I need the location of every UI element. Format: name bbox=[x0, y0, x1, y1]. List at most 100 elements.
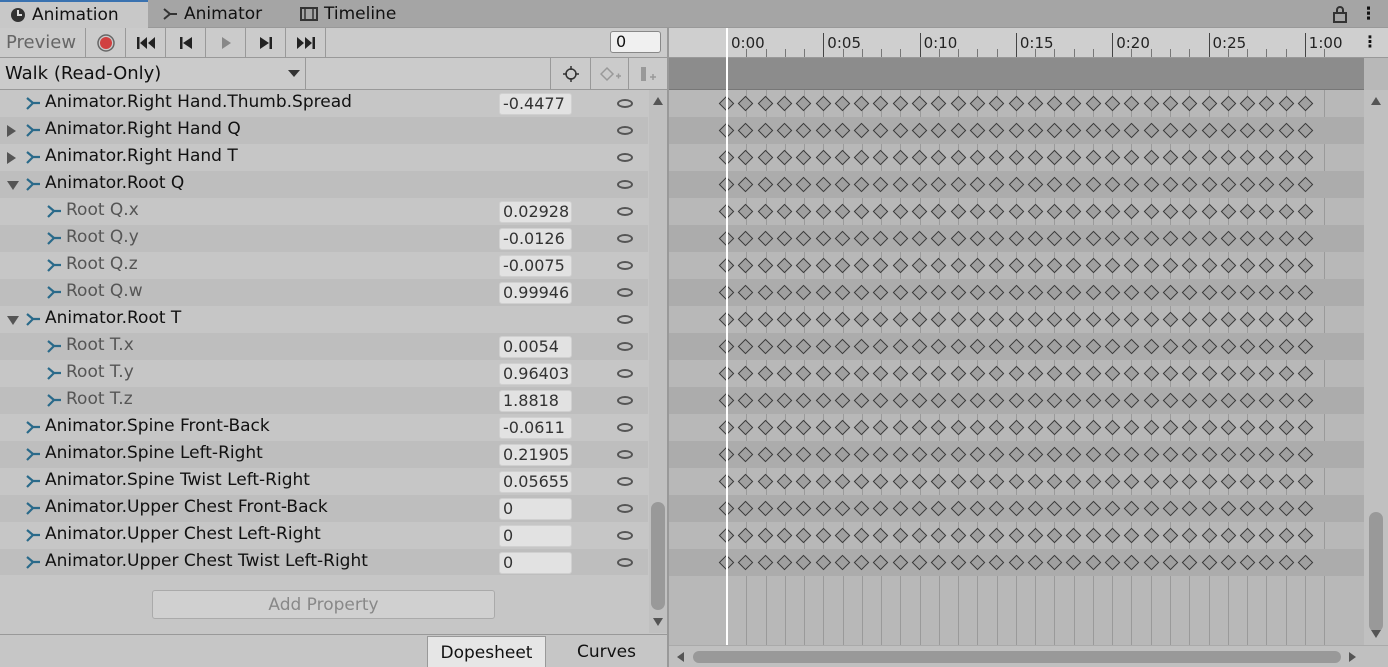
keyframe-diamond[interactable] bbox=[738, 473, 754, 490]
property-value-field[interactable]: -0.0075 bbox=[499, 255, 572, 277]
keyframe-diamond[interactable] bbox=[1008, 230, 1024, 247]
keyframe-diamond[interactable] bbox=[1201, 473, 1217, 490]
keyframe-diamond[interactable] bbox=[931, 365, 947, 382]
scroll-down-icon[interactable] bbox=[653, 618, 663, 626]
keyframe-diamond[interactable] bbox=[1162, 527, 1179, 544]
keyframe-diamond[interactable] bbox=[873, 284, 889, 301]
keyframe-diamond[interactable] bbox=[1162, 257, 1179, 274]
keyframe-diamond[interactable] bbox=[1046, 473, 1063, 490]
keyframe-diamond[interactable] bbox=[776, 176, 793, 193]
keyframe-diamond[interactable] bbox=[1220, 257, 1237, 274]
keyframe-diamond[interactable] bbox=[1027, 473, 1044, 490]
keyframe-diamond[interactable] bbox=[834, 365, 851, 382]
keyframe-diamond[interactable] bbox=[1278, 95, 1294, 112]
keyframe-diamond[interactable] bbox=[1104, 230, 1121, 247]
keyframe-diamond[interactable] bbox=[834, 311, 851, 328]
keyframe-diamond[interactable] bbox=[1259, 446, 1275, 463]
add-property-button[interactable]: Add Property bbox=[152, 590, 495, 619]
keyframe-diamond[interactable] bbox=[834, 419, 851, 436]
property-row[interactable]: Animator.Right Hand Q bbox=[0, 117, 648, 144]
keyframe-diamond[interactable] bbox=[1181, 149, 1198, 166]
keyframe-diamond[interactable] bbox=[988, 203, 1005, 220]
keyframe-diamond[interactable] bbox=[815, 311, 831, 328]
keyframe-diamond[interactable] bbox=[1008, 284, 1024, 301]
keyframe-diamond[interactable] bbox=[738, 338, 754, 355]
property-value-field[interactable]: 0 bbox=[499, 525, 572, 547]
keyframe-diamond[interactable] bbox=[1259, 95, 1275, 112]
keyframe-diamond[interactable] bbox=[757, 365, 773, 382]
keyframe-diamond[interactable] bbox=[969, 473, 986, 490]
keyframe-diamond[interactable] bbox=[892, 176, 908, 193]
keyframe-diamond[interactable] bbox=[1201, 122, 1217, 139]
keyframe-diamond[interactable] bbox=[1162, 230, 1179, 247]
keyframe-diamond[interactable] bbox=[1162, 419, 1179, 436]
keyframe-diamond[interactable] bbox=[969, 446, 986, 463]
property-row[interactable]: Animator.Upper Chest Twist Left-Right 0 bbox=[0, 549, 648, 575]
keyframe-diamond[interactable] bbox=[815, 284, 831, 301]
keyframe-diamond[interactable] bbox=[1143, 365, 1159, 382]
previous-keyframe-button[interactable] bbox=[166, 28, 206, 57]
keyframe-diamond[interactable] bbox=[950, 527, 966, 544]
keyframe-diamond[interactable] bbox=[1143, 527, 1159, 544]
keyframe-diamond[interactable] bbox=[1162, 95, 1179, 112]
keyframe-diamond[interactable] bbox=[1066, 392, 1082, 409]
keyframe-diamond[interactable] bbox=[873, 365, 889, 382]
keyframe-diamond[interactable] bbox=[776, 257, 793, 274]
keyframe-diamond[interactable] bbox=[1124, 527, 1140, 544]
keyframe-diamond[interactable] bbox=[1085, 95, 1101, 112]
property-row[interactable]: Animator.Upper Chest Left-Right 0 bbox=[0, 522, 648, 549]
keyframe-diamond[interactable] bbox=[950, 500, 966, 517]
keyframe-diamond[interactable] bbox=[1239, 95, 1256, 112]
property-value-field[interactable]: 0.0054 bbox=[499, 336, 572, 358]
keyframe-diamond[interactable] bbox=[873, 122, 889, 139]
keyframe-diamond[interactable] bbox=[834, 500, 851, 517]
keyframe-diamond[interactable] bbox=[738, 230, 754, 247]
keyframe-diamond[interactable] bbox=[1181, 95, 1198, 112]
keyframe-diamond[interactable] bbox=[892, 95, 908, 112]
keyframe-diamond[interactable] bbox=[1201, 365, 1217, 382]
keyframe-diamond[interactable] bbox=[1104, 446, 1121, 463]
keyframe-diamond[interactable] bbox=[1278, 257, 1294, 274]
keyframe-diamond[interactable] bbox=[1259, 338, 1275, 355]
keyframe-diamond[interactable] bbox=[892, 473, 908, 490]
keyframe-diamond[interactable] bbox=[1008, 95, 1024, 112]
curve-visibility-icon[interactable] bbox=[617, 342, 633, 351]
keyframe-diamond[interactable] bbox=[988, 554, 1005, 571]
keyframe-diamond[interactable] bbox=[892, 149, 908, 166]
keyframe-diamond[interactable] bbox=[931, 338, 947, 355]
keyframe-diamond[interactable] bbox=[1104, 500, 1121, 517]
keyframe-diamond[interactable] bbox=[815, 122, 831, 139]
keyframe-diamond[interactable] bbox=[950, 176, 966, 193]
keyframe-diamond[interactable] bbox=[1239, 257, 1256, 274]
keyframe-diamond[interactable] bbox=[1046, 122, 1063, 139]
keyframe-diamond[interactable] bbox=[873, 392, 889, 409]
keyframe-diamond[interactable] bbox=[1278, 527, 1294, 544]
keyframe-diamond[interactable] bbox=[776, 338, 793, 355]
keyframe-diamond[interactable] bbox=[1027, 95, 1044, 112]
keyframe-track-row[interactable] bbox=[669, 252, 1364, 279]
keyframe-diamond[interactable] bbox=[1104, 554, 1121, 571]
keyframe-diamond[interactable] bbox=[911, 176, 928, 193]
keyframe-diamond[interactable] bbox=[950, 122, 966, 139]
dopesheet-vertical-scrollbar[interactable] bbox=[1364, 90, 1388, 645]
keyframe-diamond[interactable] bbox=[1297, 176, 1314, 193]
keyframe-diamond[interactable] bbox=[1066, 122, 1082, 139]
scroll-right-icon[interactable] bbox=[1349, 652, 1356, 662]
record-button[interactable] bbox=[86, 28, 126, 57]
keyframe-diamond[interactable] bbox=[1046, 365, 1063, 382]
keyframe-diamond[interactable] bbox=[1181, 230, 1198, 247]
keyframe-track-row[interactable] bbox=[669, 387, 1364, 414]
keyframe-diamond[interactable] bbox=[757, 95, 773, 112]
keyframe-diamond[interactable] bbox=[931, 176, 947, 193]
property-child-row[interactable]: Root T.z 1.8818 bbox=[0, 387, 648, 414]
keyframe-diamond[interactable] bbox=[1143, 338, 1159, 355]
keyframe-diamond[interactable] bbox=[815, 446, 831, 463]
keyframe-diamond[interactable] bbox=[1066, 527, 1082, 544]
keyframe-diamond[interactable] bbox=[1201, 392, 1217, 409]
keyframe-diamond[interactable] bbox=[776, 473, 793, 490]
keyframe-diamond[interactable] bbox=[853, 257, 870, 274]
keyframe-diamond[interactable] bbox=[873, 527, 889, 544]
keyframe-diamond[interactable] bbox=[1278, 446, 1294, 463]
keyframe-diamond[interactable] bbox=[1066, 176, 1082, 193]
keyframe-diamond[interactable] bbox=[1143, 230, 1159, 247]
